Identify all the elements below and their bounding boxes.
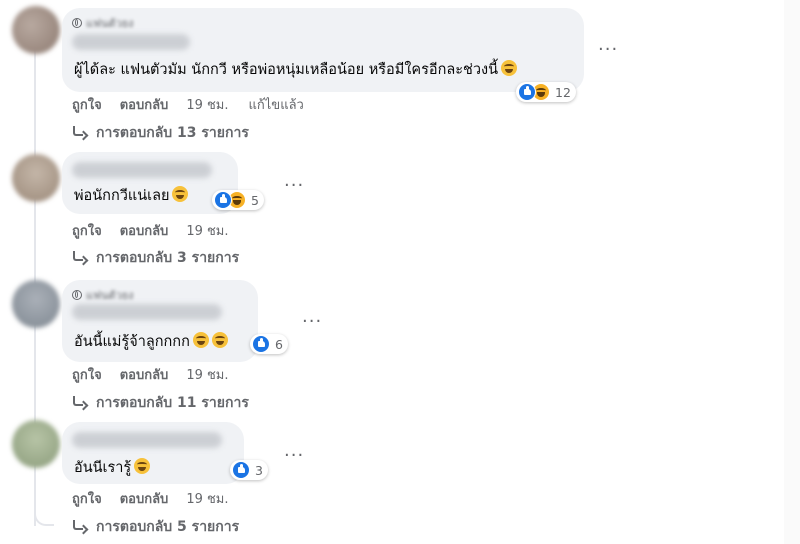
grinning-face-icon (501, 60, 518, 76)
more-dots-icon[interactable]: ... (598, 36, 618, 54)
like-icon (214, 191, 232, 209)
comment-actions: ถูกใจ ตอบกลับ 19 ชม. แก้ไขแล้ว (72, 94, 304, 115)
replies-label: การตอบกลับ 13 รายการ (96, 125, 249, 141)
grinning-face-icon (172, 186, 189, 202)
comment-actions: ถูกใจ ตอบกลับ 19 ชม. (72, 488, 249, 509)
reply-arrow-icon (72, 396, 86, 410)
globe-icon (72, 290, 82, 300)
reaction-summary[interactable]: 5 (212, 190, 264, 210)
comment-bubble: อันนีเรารู้ (62, 422, 244, 484)
grinning-face-icon (211, 332, 228, 348)
avatar[interactable] (12, 154, 60, 202)
edited-label: แก้ไขแล้ว (248, 98, 304, 113)
comment-text: พ่อนักกวีแน่เลย (74, 186, 189, 206)
timestamp[interactable]: 19 ชม. (186, 364, 228, 385)
timestamp[interactable]: 19 ชม. (186, 94, 228, 115)
comment-bubble: แฟนตัวยง อันนี้แม่รู้จ้าลูกกกก (62, 280, 258, 362)
comment-bubble: แฟนตัวยง ผู้ได้ละ แฟนตัวมัม นักกวี หรือพ… (62, 8, 584, 92)
globe-icon (72, 18, 82, 28)
comment-actions: ถูกใจ ตอบกลับ 19 ชม. (72, 220, 249, 241)
thread-curve (34, 490, 54, 526)
author-name[interactable] (72, 34, 190, 50)
like-button[interactable]: ถูกใจ (72, 220, 102, 241)
view-replies-link[interactable]: การตอบกลับ 13 รายการ (72, 122, 249, 144)
replies-label: การตอบกลับ 3 รายการ (96, 250, 240, 266)
grinning-face-icon (134, 458, 151, 474)
reaction-count: 6 (275, 336, 283, 352)
timestamp[interactable]: 19 ชม. (186, 488, 228, 509)
more-dots-icon[interactable]: ... (302, 308, 322, 326)
avatar[interactable] (12, 280, 60, 328)
replies-label: การตอบกลับ 11 รายการ (96, 395, 249, 411)
author-name[interactable] (72, 162, 212, 178)
reply-arrow-icon (72, 126, 86, 140)
reply-arrow-icon (72, 520, 86, 534)
timestamp[interactable]: 19 ชม. (186, 220, 228, 241)
reaction-count: 3 (255, 462, 263, 478)
author-meta: แฟนตัวยง (72, 14, 134, 32)
reaction-summary[interactable]: 3 (230, 460, 268, 480)
grinning-face-icon (192, 332, 209, 348)
reaction-count: 5 (251, 192, 259, 208)
reply-arrow-icon (72, 251, 86, 265)
comment-actions: ถูกใจ ตอบกลับ 19 ชม. (72, 364, 249, 385)
more-dots-icon[interactable]: ... (284, 442, 304, 460)
comment-bubble: พ่อนักกวีแน่เลย (62, 152, 238, 214)
like-button[interactable]: ถูกใจ (72, 94, 102, 115)
comment-text: อันนีเรารู้ (74, 458, 151, 478)
like-icon (252, 335, 270, 353)
reaction-count: 12 (555, 84, 571, 100)
avatar[interactable] (12, 420, 60, 468)
reaction-summary[interactable]: 6 (250, 334, 288, 354)
scroll-area (784, 0, 800, 544)
author-meta: แฟนตัวยง (72, 286, 134, 304)
avatar[interactable] (12, 6, 60, 54)
like-icon (518, 83, 536, 101)
like-icon (232, 461, 250, 479)
reply-button[interactable]: ตอบกลับ (120, 94, 169, 115)
replies-label: การตอบกลับ 5 รายการ (96, 519, 240, 535)
view-replies-link[interactable]: การตอบกลับ 3 รายการ (72, 247, 239, 269)
author-badge: แฟนตัวยง (86, 17, 134, 30)
author-name[interactable] (72, 304, 222, 320)
reply-button[interactable]: ตอบกลับ (120, 220, 169, 241)
reaction-summary[interactable]: 12 (516, 82, 576, 102)
reply-button[interactable]: ตอบกลับ (120, 364, 169, 385)
like-button[interactable]: ถูกใจ (72, 488, 102, 509)
comment-text: อันนี้แม่รู้จ้าลูกกกก (74, 332, 228, 352)
like-button[interactable]: ถูกใจ (72, 364, 102, 385)
view-replies-link[interactable]: การตอบกลับ 5 รายการ (72, 516, 239, 538)
author-badge: แฟนตัวยง (86, 289, 134, 302)
view-replies-link[interactable]: การตอบกลับ 11 รายการ (72, 392, 249, 414)
reply-button[interactable]: ตอบกลับ (120, 488, 169, 509)
author-name[interactable] (72, 432, 222, 448)
comment-text: ผู้ได้ละ แฟนตัวมัม นักกวี หรือพ่อหนุ่มเห… (74, 60, 518, 80)
more-dots-icon[interactable]: ... (284, 172, 304, 190)
